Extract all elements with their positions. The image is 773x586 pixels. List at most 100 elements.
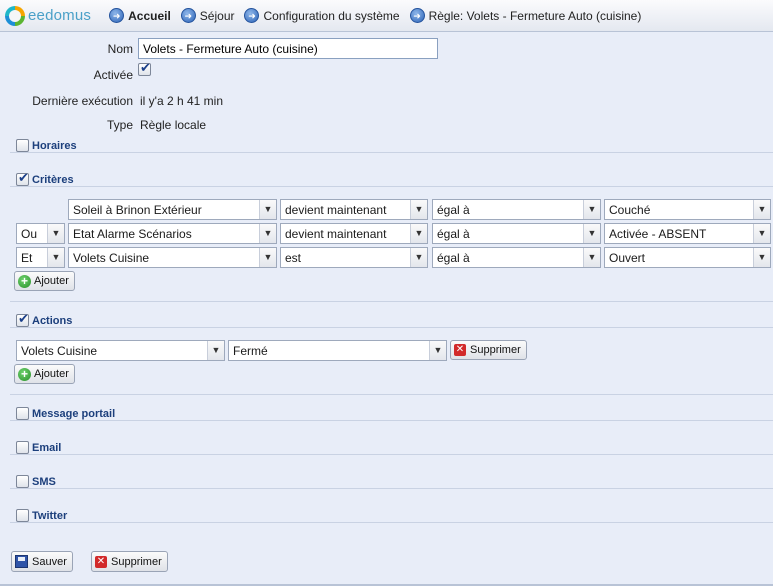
chevron-down-icon: ▼ bbox=[410, 248, 427, 267]
last-run-label: Dernière exécution bbox=[32, 94, 133, 108]
criteria-device-select[interactable]: Soleil à Brinon Extérieur ▼ bbox=[68, 199, 277, 220]
select-value: est bbox=[285, 251, 302, 265]
breadcrumb-label: Séjour bbox=[199, 8, 235, 23]
divider bbox=[10, 301, 773, 302]
section-title: Critères bbox=[32, 173, 74, 186]
delete-icon: ✕ bbox=[95, 555, 107, 568]
arrow-circle-icon: ➜ bbox=[180, 8, 196, 23]
button-label: Ajouter bbox=[34, 275, 69, 287]
brand-name: eedomus bbox=[28, 7, 92, 24]
breadcrumb-sejour[interactable]: ➜ Séjour bbox=[180, 8, 235, 23]
criteria-operator-select[interactable]: égal à ▼ bbox=[432, 199, 601, 220]
select-value: Et bbox=[21, 251, 33, 265]
active-checkbox[interactable] bbox=[138, 60, 151, 76]
criteres-checkbox[interactable] bbox=[16, 170, 29, 186]
select-value: Etat Alarme Scénarios bbox=[73, 227, 192, 241]
add-icon: + bbox=[18, 367, 31, 381]
twitter-checkbox[interactable] bbox=[16, 509, 29, 522]
select-value: devient maintenant bbox=[285, 227, 387, 241]
divider bbox=[10, 327, 773, 328]
action-device-select[interactable]: Volets Cuisine ▼ bbox=[16, 340, 225, 361]
add-icon: + bbox=[18, 274, 31, 288]
active-label: Activée bbox=[93, 68, 133, 82]
top-navigation-bar: eedomus ➜ Accueil ➜ Séjour ➜ Configurati… bbox=[0, 0, 773, 32]
chevron-down-icon: ▼ bbox=[583, 200, 600, 219]
save-button[interactable]: Sauver bbox=[11, 551, 73, 572]
criteria-value-select[interactable]: Couché ▼ bbox=[604, 199, 771, 220]
criteria-value-select[interactable]: Activée - ABSENT ▼ bbox=[604, 223, 771, 244]
select-value: Ou bbox=[21, 227, 38, 241]
action-value-select[interactable]: Fermé ▼ bbox=[228, 340, 447, 361]
divider bbox=[10, 152, 773, 153]
section-title: Twitter bbox=[32, 509, 68, 522]
divider bbox=[10, 420, 773, 421]
chevron-down-icon: ▼ bbox=[753, 248, 770, 267]
last-run-value: il y'a 2 h 41 min bbox=[140, 94, 223, 108]
select-value: Volets Cuisine bbox=[73, 251, 150, 265]
chevron-down-icon: ▼ bbox=[410, 224, 427, 243]
button-label: Ajouter bbox=[34, 368, 69, 380]
criteria-device-select[interactable]: Volets Cuisine ▼ bbox=[68, 247, 277, 268]
logo-ring-icon bbox=[5, 5, 25, 26]
select-value: Ouvert bbox=[609, 251, 646, 265]
criteria-condition-select[interactable]: devient maintenant ▼ bbox=[280, 199, 428, 220]
select-value: égal à bbox=[437, 251, 470, 265]
criteria-conjunction-select[interactable]: Et ▼ bbox=[16, 247, 65, 268]
add-criteria-button[interactable]: + Ajouter bbox=[14, 271, 75, 291]
rule-name-input[interactable] bbox=[138, 38, 438, 59]
divider bbox=[10, 488, 773, 489]
button-label: Supprimer bbox=[111, 555, 162, 568]
chevron-down-icon: ▼ bbox=[410, 200, 427, 219]
criteria-conjunction-select[interactable]: Ou ▼ bbox=[16, 223, 65, 244]
chevron-down-icon: ▼ bbox=[583, 248, 600, 267]
divider bbox=[10, 522, 773, 523]
email-checkbox[interactable] bbox=[16, 441, 29, 454]
select-value: Fermé bbox=[233, 344, 268, 358]
eedomus-logo[interactable]: eedomus bbox=[5, 5, 92, 26]
select-value: devient maintenant bbox=[285, 203, 387, 217]
chevron-down-icon: ▼ bbox=[259, 248, 276, 267]
select-value: Activée - ABSENT bbox=[609, 227, 707, 241]
delete-rule-button[interactable]: ✕ Supprimer bbox=[91, 551, 168, 572]
type-value: Règle locale bbox=[140, 118, 207, 132]
section-title: SMS bbox=[32, 475, 56, 488]
actions-checkbox[interactable] bbox=[16, 311, 29, 327]
criteria-condition-select[interactable]: devient maintenant ▼ bbox=[280, 223, 428, 244]
criteria-condition-select[interactable]: est ▼ bbox=[280, 247, 428, 268]
criteria-operator-select[interactable]: égal à ▼ bbox=[432, 223, 601, 244]
chevron-down-icon: ▼ bbox=[753, 224, 770, 243]
chevron-down-icon: ▼ bbox=[259, 200, 276, 219]
breadcrumb-accueil[interactable]: ➜ Accueil bbox=[109, 8, 171, 23]
sms-checkbox[interactable] bbox=[16, 475, 29, 488]
breadcrumb-configuration[interactable]: ➜ Configuration du système bbox=[244, 8, 400, 23]
breadcrumb-rule[interactable]: ➜ Règle: Volets - Fermeture Auto (cuisin… bbox=[409, 8, 641, 23]
chevron-down-icon: ▼ bbox=[583, 224, 600, 243]
delete-action-button[interactable]: ✕ Supprimer bbox=[450, 340, 527, 360]
add-action-button[interactable]: + Ajouter bbox=[14, 364, 75, 384]
criteria-device-select[interactable]: Etat Alarme Scénarios ▼ bbox=[68, 223, 277, 244]
message-portail-checkbox[interactable] bbox=[16, 407, 29, 420]
section-title: Horaires bbox=[32, 139, 77, 152]
horaires-checkbox[interactable] bbox=[16, 139, 29, 152]
select-value: Couché bbox=[609, 203, 651, 217]
select-value: égal à bbox=[437, 203, 470, 217]
criteria-operator-select[interactable]: égal à ▼ bbox=[432, 247, 601, 268]
breadcrumb-label: Accueil bbox=[128, 8, 171, 23]
divider bbox=[10, 394, 773, 395]
divider bbox=[10, 186, 773, 187]
chevron-down-icon: ▼ bbox=[753, 200, 770, 219]
section-title: Email bbox=[32, 441, 62, 454]
chevron-down-icon: ▼ bbox=[207, 341, 224, 360]
floppy-disk-icon bbox=[15, 555, 28, 568]
criteria-value-select[interactable]: Ouvert ▼ bbox=[604, 247, 771, 268]
select-value: égal à bbox=[437, 227, 470, 241]
chevron-down-icon: ▼ bbox=[47, 224, 64, 243]
divider bbox=[10, 454, 773, 455]
section-title: Actions bbox=[32, 314, 73, 327]
button-label: Sauver bbox=[32, 555, 67, 568]
name-label: Nom bbox=[107, 42, 133, 56]
chevron-down-icon: ▼ bbox=[47, 248, 64, 267]
chevron-down-icon: ▼ bbox=[429, 341, 446, 360]
chevron-down-icon: ▼ bbox=[259, 224, 276, 243]
select-value: Volets Cuisine bbox=[21, 344, 98, 358]
